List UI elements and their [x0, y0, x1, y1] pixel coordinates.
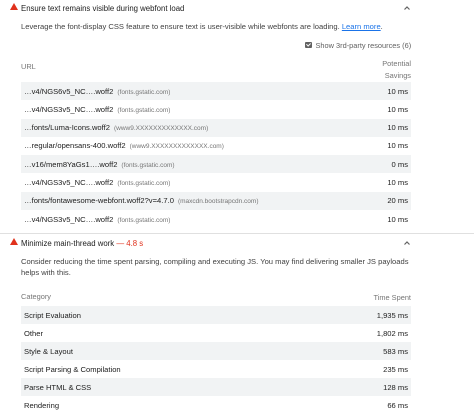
- url-host: (fonts.gstatic.com): [117, 88, 171, 96]
- display-value: — 4.8 s: [114, 239, 143, 248]
- url-host: (fonts.gstatic.com): [117, 106, 171, 114]
- category-label: Parse HTML & CSS: [24, 383, 91, 392]
- audit-title: Minimize main-thread work — 4.8 s: [21, 239, 143, 248]
- savings-value: 10 ms: [387, 104, 408, 114]
- third-party-toggle[interactable]: Show 3rd-party resources (6): [305, 40, 411, 50]
- table-row: …fonts/fontawesome-webfont.woff2?v=4.7.0…: [21, 191, 411, 210]
- resource-url: …v4/NGS3v5_NC….woff2 (fonts.gstatic.com): [24, 178, 170, 187]
- category-label: Rendering: [24, 401, 59, 410]
- savings-value: 20 ms: [387, 196, 408, 206]
- time-value: 583 ms: [383, 346, 408, 356]
- chevron-up-icon[interactable]: [402, 3, 412, 13]
- time-value: 235 ms: [383, 364, 408, 374]
- table-header: Category Time Spent: [21, 291, 411, 303]
- resource-url: …regular/opensans-400.woff2 (www9.XXXXXXX…: [24, 141, 224, 150]
- category-text: Other: [24, 328, 43, 338]
- savings-line1: Potential: [382, 59, 411, 68]
- savings-value: 10 ms: [387, 141, 408, 151]
- table-row: Rendering 66 ms: [21, 397, 411, 414]
- url-host: (fonts.gstatic.com): [121, 161, 175, 169]
- column-header-time: Time Spent: [373, 293, 411, 302]
- time-value: 1,802 ms: [376, 328, 408, 338]
- savings-value: 10 ms: [387, 86, 408, 96]
- table-row: Style & Layout 583 ms: [21, 342, 411, 361]
- audit-font-display-header[interactable]: Ensure text remains visible during webfo…: [0, 0, 474, 16]
- table-header: URL Potential Savings: [21, 58, 411, 82]
- category-label: Other: [24, 329, 43, 338]
- resource-url: …v4/NGS3v5_NC….woff2 (fonts.gstatic.com): [24, 105, 170, 114]
- table-row: Script Evaluation 1,935 ms: [21, 306, 411, 324]
- audit-main-thread-header[interactable]: Minimize main-thread work — 4.8 s: [0, 235, 474, 251]
- savings-value: 0 ms: [391, 159, 408, 169]
- category-label: Script Parsing & Compilation: [24, 365, 121, 374]
- table-row: …v4/NGS3v5_NC….woff2 (fonts.gstatic.com) 1…: [21, 174, 411, 192]
- time-value: 128 ms: [383, 382, 408, 392]
- resource-url: …v4/NGS6v5_NC….woff2 (fonts.gstatic.com): [24, 87, 170, 96]
- warning-triangle-icon: [10, 238, 18, 245]
- category-label: Style & Layout: [24, 347, 73, 356]
- savings-value: 10 ms: [387, 123, 408, 133]
- url-text: …fonts/fontawesome-webfont.woff2?v=4.7.0: [24, 196, 174, 206]
- url-host: (www9.XXXXXXXXXXXXX.com): [129, 143, 224, 151]
- url-text: …v16/mem8YaGs1….woff2: [24, 159, 118, 169]
- url-text: …v4/NGS3v5_NC….woff2: [24, 214, 114, 224]
- url-host: (fonts.gstatic.com): [117, 180, 171, 187]
- url-host: (fonts.gstatic.com): [117, 216, 171, 224]
- column-header-url: URL: [21, 62, 36, 71]
- category-label: Script Evaluation: [24, 311, 81, 320]
- savings-value: 10 ms: [387, 214, 408, 224]
- category-text: Style & Layout: [24, 346, 73, 356]
- resource-url: …v16/mem8YaGs1….woff2 (fonts.gstatic.com): [24, 160, 175, 169]
- table-row: Parse HTML & CSS 128 ms: [21, 378, 411, 397]
- chevron-up-icon[interactable]: [402, 238, 412, 248]
- time-value: 1,935 ms: [376, 310, 408, 320]
- column-header-savings: Potential Savings: [382, 58, 411, 81]
- url-text: …v4/NGS3v5_NC….woff2: [24, 178, 114, 187]
- learn-more-link[interactable]: Learn more: [342, 22, 381, 31]
- url-text: …fonts/Luma-Icons.woff2: [24, 123, 110, 133]
- audit-title-text: Minimize main-thread work: [21, 238, 115, 248]
- resource-url: …fonts/fontawesome-webfont.woff2?v=4.7.0…: [24, 196, 259, 205]
- table-row: Other 1,802 ms: [21, 324, 411, 342]
- description-end: .: [380, 22, 383, 31]
- audit-description: Consider reducing the time spent parsing…: [21, 257, 409, 277]
- time-value: 66 ms: [387, 401, 408, 410]
- table-row: Script Parsing & Compilation 235 ms: [21, 360, 411, 378]
- warning-triangle-icon: [10, 3, 18, 10]
- category-text: Parse HTML & CSS: [24, 382, 92, 392]
- audit-title: Ensure text remains visible during webfo…: [21, 3, 185, 13]
- table-row: …regular/opensans-400.woff2 (www9.XXXXXXX…: [21, 137, 411, 155]
- savings-value: 10 ms: [387, 178, 408, 187]
- third-party-toggle-label: Show 3rd-party resources (6): [315, 40, 412, 50]
- url-text: …v4/NGS6v5_NC….woff2: [24, 86, 114, 96]
- category-text: Script Parsing & Compilation: [24, 364, 121, 374]
- column-header-category: Category: [21, 292, 51, 301]
- url-text: …v4/NGS3v5_NC….woff2: [24, 104, 114, 114]
- table-row: …v16/mem8YaGs1….woff2 (fonts.gstatic.com)…: [21, 155, 411, 174]
- category-text: Script Evaluation: [24, 310, 81, 320]
- resource-url: …v4/NGS3v5_NC….woff2 (fonts.gstatic.com): [24, 215, 170, 224]
- savings-line2: Savings: [384, 70, 411, 80]
- audit-description: Leverage the font-display CSS feature to…: [21, 21, 411, 32]
- table-row: …fonts/Luma-Icons.woff2 (www9.XXXXXXXXXXX…: [21, 118, 411, 137]
- resource-url: …fonts/Luma-Icons.woff2 (www9.XXXXXXXXXXX…: [24, 123, 208, 132]
- url-host: (www9.XXXXXXXXXXXXX.com): [113, 125, 209, 133]
- table-row: …v4/NGS3v5_NC….woff2 (fonts.gstatic.com) 1…: [21, 210, 411, 228]
- description-text: Leverage the font-display CSS feature to…: [21, 22, 340, 31]
- url-host: (maxcdn.bootstrapcdn.com): [177, 198, 259, 206]
- separator: —: [114, 238, 127, 248]
- divider: [0, 233, 474, 234]
- table-row: …v4/NGS3v5_NC….woff2 (fonts.gstatic.com) 1…: [21, 100, 411, 118]
- checkbox-checked-icon[interactable]: [305, 41, 312, 49]
- url-text: …regular/opensans-400.woff2: [24, 141, 126, 151]
- category-text: Rendering: [24, 401, 60, 410]
- display-value-text: 4.8 s: [126, 238, 144, 248]
- table-row: …v4/NGS6v5_NC….woff2 (fonts.gstatic.com) 1…: [21, 82, 411, 100]
